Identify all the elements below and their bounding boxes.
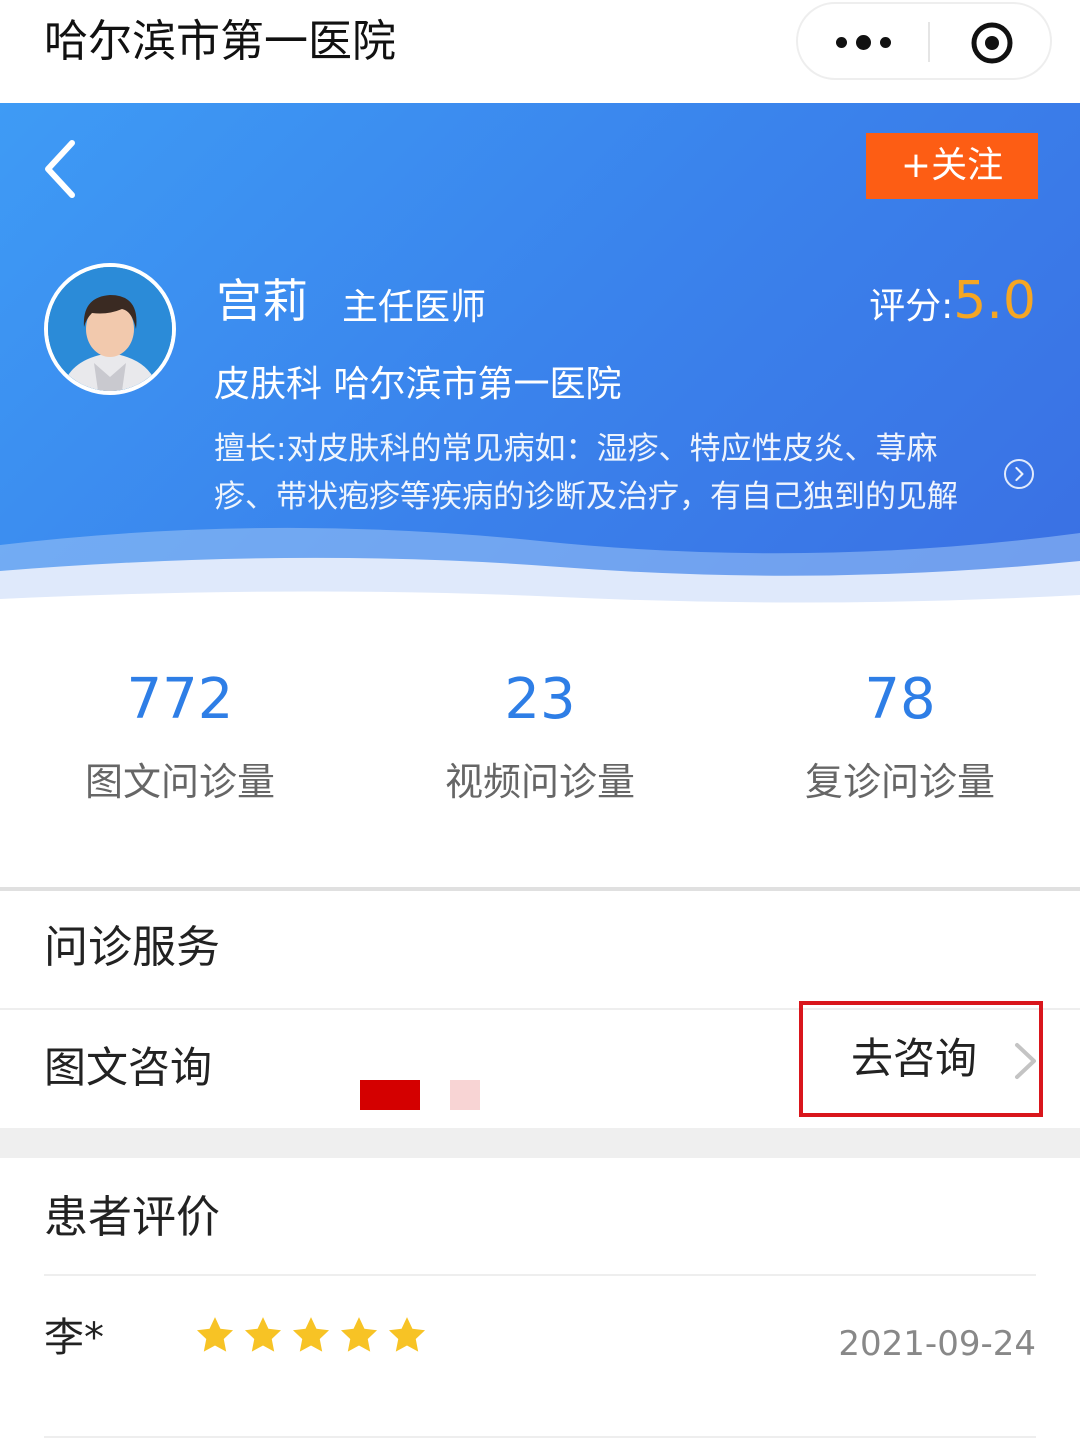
section-gap (0, 1128, 1080, 1158)
follow-button[interactable]: +关注 (866, 133, 1038, 199)
app-title: 哈尔滨市第一医院 (44, 16, 396, 67)
reviews-section-title: 患者评价 (44, 1192, 220, 1243)
back-arrow-icon[interactable] (38, 135, 86, 203)
capsule-divider (928, 22, 930, 62)
annotation-mark-pink (450, 1080, 480, 1110)
chevron-right-icon (1015, 1043, 1036, 1079)
stat-followup-consults: 78 复诊问诊量 (720, 664, 1080, 812)
star-icon (292, 1317, 330, 1352)
close-miniprogram-icon[interactable] (970, 21, 1014, 65)
stat-value: 772 (126, 667, 234, 732)
doctor-header: +关注 宫莉 主任医师 评分:5.0 皮肤科 哈尔滨市第一医院 擅长:对皮肤科的… (0, 103, 1080, 623)
annotation-mark-red (360, 1080, 420, 1110)
go-consult-button[interactable]: 去咨询 (799, 1001, 1043, 1117)
top-nav-bar: 哈尔滨市第一医院 (0, 0, 1080, 103)
miniprogram-capsule (796, 2, 1052, 80)
row-divider (44, 1274, 1036, 1276)
star-icon (244, 1317, 282, 1352)
stat-label: 复诊问诊量 (804, 760, 995, 804)
doctor-avatar (44, 263, 176, 395)
text-consult-label: 图文咨询 (44, 1043, 213, 1092)
star-icon (340, 1317, 378, 1352)
go-consult-label: 去咨询 (851, 1034, 978, 1083)
consult-stats: 772 图文问诊量 23 视频问诊量 78 复诊问诊量 (0, 640, 1080, 870)
doctor-score: 评分:5.0 (869, 271, 1036, 343)
row-divider (44, 1436, 1036, 1438)
star-icon (388, 1317, 426, 1352)
stat-value: 23 (504, 667, 576, 732)
section-divider (0, 887, 1080, 891)
doctor-department: 皮肤科 哈尔滨市第一医院 (214, 364, 622, 405)
doctor-name: 宫莉 (216, 274, 308, 328)
expand-chevron-icon[interactable] (1004, 459, 1034, 489)
star-icon (196, 1317, 234, 1352)
doctor-title: 主任医师 (342, 287, 487, 328)
reviewer-name: 李* (44, 1315, 104, 1361)
header-wave-decoration (0, 527, 1080, 623)
score-label: 评分: (869, 286, 954, 327)
review-date: 2021-09-24 (838, 1324, 1036, 1364)
more-dots-icon[interactable] (826, 16, 926, 66)
consult-section-title: 问诊服务 (44, 922, 220, 973)
stat-text-consults: 772 图文问诊量 (0, 664, 360, 812)
stat-video-consults: 23 视频问诊量 (360, 664, 720, 812)
stat-label: 图文问诊量 (84, 760, 275, 804)
stat-value: 78 (864, 667, 936, 732)
stat-label: 视频问诊量 (444, 760, 635, 804)
score-value: 5.0 (953, 271, 1036, 331)
